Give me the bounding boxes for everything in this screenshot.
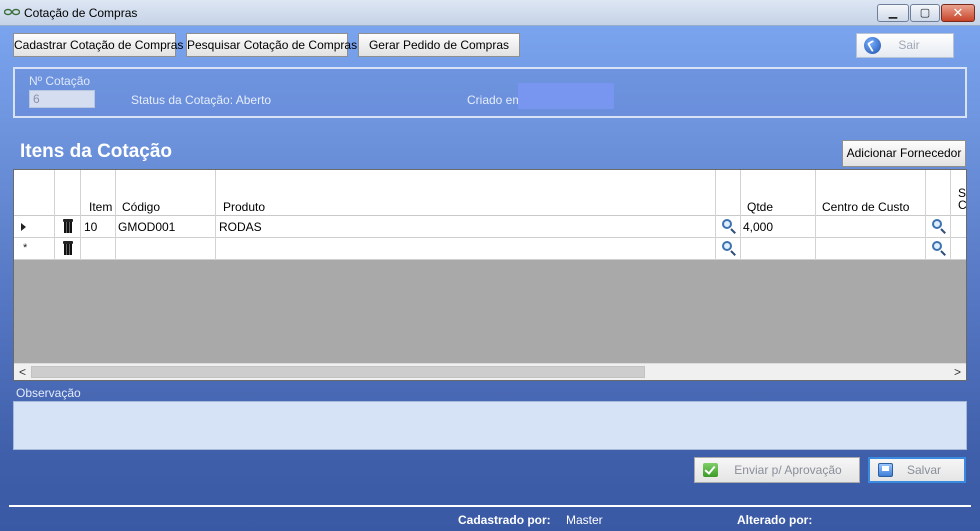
col-header-cut-bottom: C (958, 198, 967, 212)
observacao-textarea[interactable] (13, 401, 967, 450)
adicionar-fornecedor-button[interactable]: Adicionar Fornecedor (842, 140, 966, 167)
grid-header: Item Código Produto Qtde Centro de Custo… (14, 170, 966, 216)
cell-qtde[interactable]: 4,000 (743, 220, 773, 234)
col-header-codigo[interactable]: Código (122, 200, 160, 214)
col-separator (815, 170, 816, 260)
search-produto-icon[interactable] (721, 218, 737, 234)
cadastrado-por-value: Master (566, 513, 603, 527)
row-pointer-icon (21, 223, 26, 231)
cell-item[interactable]: 10 (84, 220, 97, 234)
cotacao-header-box: Nº Cotação 6 Status da Cotação: Aberto C… (13, 67, 967, 118)
col-separator (80, 170, 81, 260)
enviar-aprovacao-label: Enviar p/ Aprovação (734, 463, 842, 477)
trash-icon[interactable] (63, 241, 73, 255)
cadastrado-por-label: Cadastrado por: (458, 513, 551, 527)
table-row[interactable]: 10 GMOD001 RODAS 4,000 (14, 216, 966, 238)
col-separator (115, 170, 116, 260)
new-row-marker: * (23, 242, 28, 254)
gerar-pedido-button[interactable]: Gerar Pedido de Compras (358, 33, 520, 57)
col-separator (740, 170, 741, 260)
close-button[interactable]: ✕ (941, 4, 975, 22)
status-cotacao-label: Status da Cotação: Aberto (131, 93, 272, 107)
cell-produto[interactable]: RODAS (219, 220, 262, 234)
sair-label: Sair (898, 38, 920, 52)
window-title: Cotação de Compras (24, 6, 138, 20)
title-bar: Cotação de Compras ▁ ▢ ✕ (0, 0, 980, 26)
pesquisar-cotacao-button[interactable]: Pesquisar Cotação de Compras (186, 33, 357, 57)
itens-section-title: Itens da Cotação (20, 141, 173, 162)
num-cotacao-field[interactable]: 6 (29, 90, 95, 108)
sair-button[interactable]: Sair (856, 33, 954, 58)
main-panel: Cadastrar Cotação de Compras Pesquisar C… (0, 26, 980, 531)
itens-grid[interactable]: Item Código Produto Qtde Centro de Custo… (13, 169, 967, 381)
col-separator (925, 170, 926, 260)
search-centro-custo-icon[interactable] (931, 240, 947, 256)
search-produto-icon[interactable] (721, 240, 737, 256)
app-icon (4, 8, 20, 16)
col-header-produto[interactable]: Produto (223, 200, 265, 214)
salvar-button[interactable]: Salvar (868, 457, 966, 483)
col-header-qtde[interactable]: Qtde (747, 200, 773, 214)
num-cotacao-label: Nº Cotação (29, 74, 91, 88)
col-header-centro-custo[interactable]: Centro de Custo (822, 200, 909, 214)
trash-icon[interactable] (63, 219, 73, 233)
col-separator (215, 170, 216, 260)
maximize-button[interactable]: ▢ (910, 4, 940, 22)
enviar-aprovacao-button[interactable]: Enviar p/ Aprovação (694, 457, 860, 483)
criado-em-label: Criado em: (467, 93, 526, 107)
criado-em-field[interactable] (518, 83, 614, 109)
exit-icon (864, 37, 881, 54)
col-header-item[interactable]: Item (89, 200, 112, 214)
scroll-left-icon[interactable]: < (14, 364, 31, 380)
footer-divider (9, 505, 971, 507)
alterado-por-label: Alterado por: (737, 513, 813, 527)
cadastrar-cotacao-button[interactable]: Cadastrar Cotação de Compras (13, 33, 183, 57)
scroll-right-icon[interactable]: > (949, 364, 966, 380)
salvar-label: Salvar (906, 463, 941, 477)
cell-codigo[interactable]: GMOD001 (118, 220, 175, 234)
observacao-label: Observação (16, 386, 81, 400)
horizontal-scrollbar[interactable]: < > (14, 363, 966, 380)
save-icon (878, 463, 893, 477)
table-row-new[interactable]: * (14, 238, 966, 260)
scroll-thumb[interactable] (31, 366, 645, 378)
minimize-icon: ▁ (888, 7, 898, 19)
col-separator (715, 170, 716, 260)
check-icon (703, 463, 718, 477)
maximize-icon: ▢ (919, 7, 931, 19)
minimize-button[interactable]: ▁ (877, 4, 909, 22)
col-separator (950, 170, 951, 260)
col-separator (54, 170, 55, 260)
search-centro-custo-icon[interactable] (931, 218, 947, 234)
close-icon: ✕ (952, 5, 964, 20)
